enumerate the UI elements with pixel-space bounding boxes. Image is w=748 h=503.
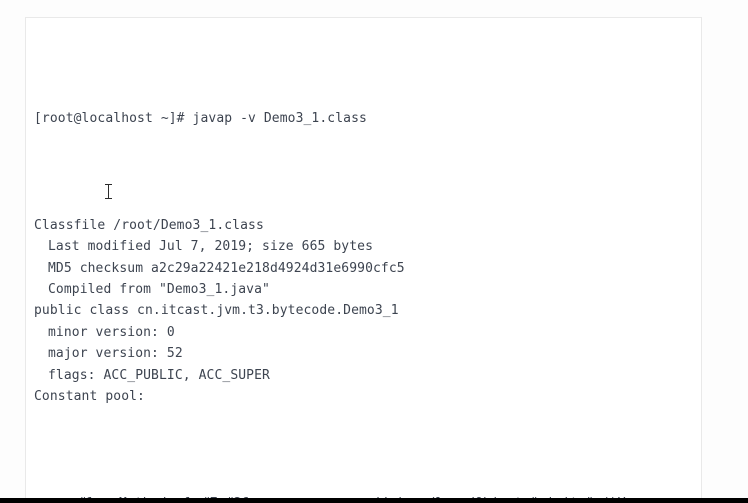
header-line: major version: 52 bbox=[26, 343, 701, 364]
header-line-text: Last modified Jul 7, 2019; size 665 byte… bbox=[48, 239, 373, 255]
header-line: Constant pool: bbox=[26, 386, 701, 407]
header-line: Classfile /root/Demo3_1.class bbox=[26, 215, 701, 236]
header-line-text: major version: 52 bbox=[48, 346, 183, 362]
javap-output-listing: [root@localhost ~]# javap -v Demo3_1.cla… bbox=[26, 23, 701, 498]
header-line-text: Compiled from "Demo3_1.java" bbox=[48, 282, 270, 298]
header-line-text: Constant pool: bbox=[34, 388, 145, 404]
header-line-text: flags: ACC_PUBLIC, ACC_SUPER bbox=[48, 367, 270, 383]
page-background: [root@localhost ~]# javap -v Demo3_1.cla… bbox=[0, 0, 748, 503]
header-line: Last modified Jul 7, 2019; size 665 byte… bbox=[26, 236, 701, 257]
header-line-text: minor version: 0 bbox=[48, 324, 175, 340]
header-line: public class cn.itcast.jvm.t3.bytecode.D… bbox=[26, 300, 701, 321]
header-line: flags: ACC_PUBLIC, ACC_SUPER bbox=[26, 365, 701, 386]
terminal-output-panel: [root@localhost ~]# javap -v Demo3_1.cla… bbox=[25, 17, 702, 498]
command-prompt-line: [root@localhost ~]# javap -v Demo3_1.cla… bbox=[26, 108, 701, 129]
classfile-header-block: Classfile /root/Demo3_1.class Last modifi… bbox=[26, 215, 701, 407]
header-line-text: public class cn.itcast.jvm.t3.bytecode.D… bbox=[34, 303, 399, 319]
bottom-black-bar bbox=[0, 498, 748, 503]
command-prompt-text: [root@localhost ~]# javap -v Demo3_1.cla… bbox=[34, 111, 367, 127]
header-line: Compiled from "Demo3_1.java" bbox=[26, 279, 701, 300]
header-line-text: MD5 checksum a2c29a22421e218d4924d31e699… bbox=[48, 260, 405, 276]
header-line-text: Classfile /root/Demo3_1.class bbox=[34, 218, 264, 234]
header-line: minor version: 0 bbox=[26, 322, 701, 343]
header-line: MD5 checksum a2c29a22421e218d4924d31e699… bbox=[26, 258, 701, 279]
